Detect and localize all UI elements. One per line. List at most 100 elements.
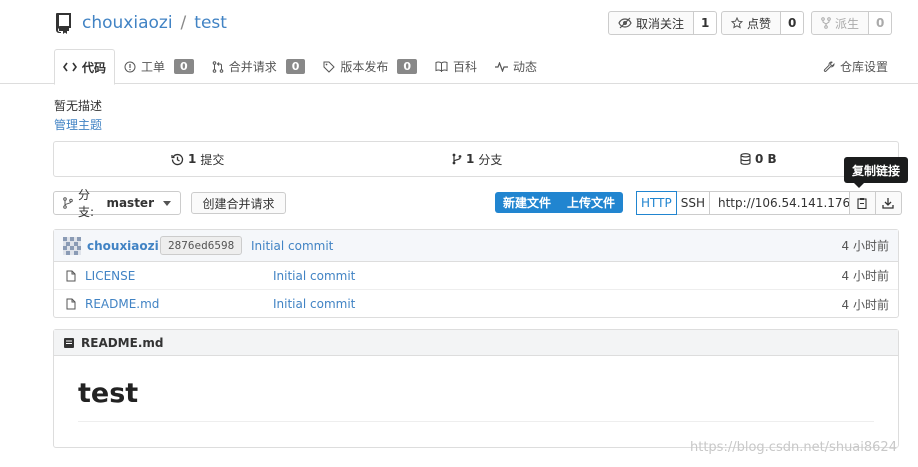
new-pull-request-button[interactable]: 创建合并请求 [191,192,286,214]
tab-repo-settings[interactable]: 仓库设置 [823,58,888,75]
file-list: chouxiaozi 2876ed6598 Initial commit 4 小… [53,229,899,318]
history-icon [171,153,184,166]
fork-group: 派生 0 [811,11,893,35]
commits-label: 提交 [200,152,225,167]
file-name-link[interactable]: README.md [85,290,159,318]
list-item: LICENSE Initial commit 4 小时前 [54,262,898,290]
commits-count: 1 [188,152,197,166]
size-stat: 0 B [740,142,777,176]
tab-activity[interactable]: 动态 [486,49,546,84]
tab-wiki[interactable]: 百科 [426,49,486,84]
fork-button[interactable]: 派生 [811,11,870,35]
file-actions-group: 新建文件 上传文件 [495,192,624,213]
readme-panel: README.md test [53,329,899,448]
repo-size: 0 B [755,152,777,166]
branch-prefix: 分支: [78,188,95,219]
readme-header: README.md [54,330,898,356]
watch-count[interactable]: 1 [694,11,718,35]
branch-icon [452,153,462,165]
tag-icon [323,61,336,73]
unwatch-label: 取消关注 [636,16,685,31]
releases-count-badge: 0 [397,59,418,74]
avatar[interactable] [63,230,81,261]
commits-stat[interactable]: 1 提交 [171,142,224,176]
repo-stats-bar: 1 提交 1 分支 0 B [53,141,899,177]
book-icon [63,337,75,349]
tab-code-label: 代码 [82,60,107,75]
repo-owner-link[interactable]: chouxiaozi [82,13,173,33]
repo-description: 暂无描述 [54,99,103,113]
branch-icon [63,197,73,209]
star-count[interactable]: 0 [781,11,805,35]
caret-down-icon [163,200,171,206]
pull-request-icon [212,60,224,73]
download-icon [882,197,895,209]
clone-http-button[interactable]: HTTP [636,191,677,215]
tab-activity-label: 动态 [513,60,538,74]
branches-label: 分支 [478,152,503,167]
upload-file-button[interactable]: 上传文件 [559,192,623,213]
commit-time: 4 小时前 [841,239,889,253]
star-icon [731,17,743,29]
star-group: 点赞 0 [721,11,805,35]
wrench-icon [823,60,835,73]
fork-icon [821,17,831,29]
file-name-link[interactable]: LICENSE [85,262,135,289]
pull-requests-count-badge: 0 [285,59,306,74]
tab-pull-requests[interactable]: 合并请求 0 [203,49,315,84]
unwatch-button[interactable]: 取消关注 [608,11,695,35]
clone-ssh-button[interactable]: SSH [676,191,710,215]
repo-separator: / [180,13,187,33]
branch-name: master [106,196,154,210]
file-commit-link[interactable]: Initial commit [273,290,355,318]
repo-header: chouxiaozi / test 取消关注 1 点赞 0 派生 0 代码 工单… [0,0,918,85]
repo-icon [54,12,74,34]
tab-pull-requests-label: 合并请求 [228,60,277,74]
issues-count-badge: 0 [174,59,194,74]
database-icon [740,153,751,165]
repo-settings-label: 仓库设置 [840,60,889,74]
file-time: 4 小时前 [841,269,889,283]
manage-topics-link[interactable]: 管理主题 [54,116,102,133]
file-commit-link[interactable]: Initial commit [273,262,355,289]
clipboard-icon [857,197,868,209]
pulse-icon [495,61,509,72]
commit-sha-button[interactable]: 2876ed6598 [160,236,243,255]
watch-group: 取消关注 1 [608,11,718,35]
fork-label: 派生 [835,16,860,31]
tab-releases-label: 版本发布 [340,60,389,74]
commit-message-link[interactable]: Initial commit [251,230,333,261]
list-item: README.md Initial commit 4 小时前 [54,290,898,318]
star-button[interactable]: 点赞 [721,11,782,35]
latest-commit-row: chouxiaozi 2876ed6598 Initial commit 4 小… [54,230,898,262]
file-icon [66,262,76,289]
readme-heading: test [78,378,139,409]
tab-issues-label: 工单 [141,60,166,74]
file-time: 4 小时前 [841,297,889,312]
clone-url-input[interactable]: http://106.54.141.176 [709,191,850,215]
tab-issues[interactable]: 工单 0 [115,49,203,84]
commit-author-link[interactable]: chouxiaozi [87,230,159,261]
tab-wiki-label: 百科 [453,60,478,74]
issue-icon [124,61,136,73]
repo-tabs: 代码 工单 0 合并请求 0 版本发布 0 百科 动态 [54,49,546,85]
download-button[interactable] [875,191,902,215]
readme-divider [78,421,874,422]
tab-code[interactable]: 代码 [54,49,116,85]
tab-releases[interactable]: 版本发布 0 [314,49,426,84]
branches-stat[interactable]: 1 分支 [452,142,502,176]
repo-title: chouxiaozi / test [54,10,227,36]
repo-name-link[interactable]: test [194,13,227,33]
copy-link-button[interactable] [849,191,876,215]
star-label: 点赞 [747,16,772,31]
code-icon [63,62,77,72]
eye-slash-icon [618,17,632,29]
readme-filename: README.md [81,335,164,350]
book-icon [435,61,448,72]
fork-count[interactable]: 0 [869,11,893,35]
watermark-text: https://blog.csdn.net/shuai8624 [690,440,897,455]
branch-selector[interactable]: 分支: master [53,188,181,219]
new-file-button[interactable]: 新建文件 [495,192,559,213]
file-icon [66,290,76,318]
copy-link-tooltip: 复制链接 [844,157,909,188]
